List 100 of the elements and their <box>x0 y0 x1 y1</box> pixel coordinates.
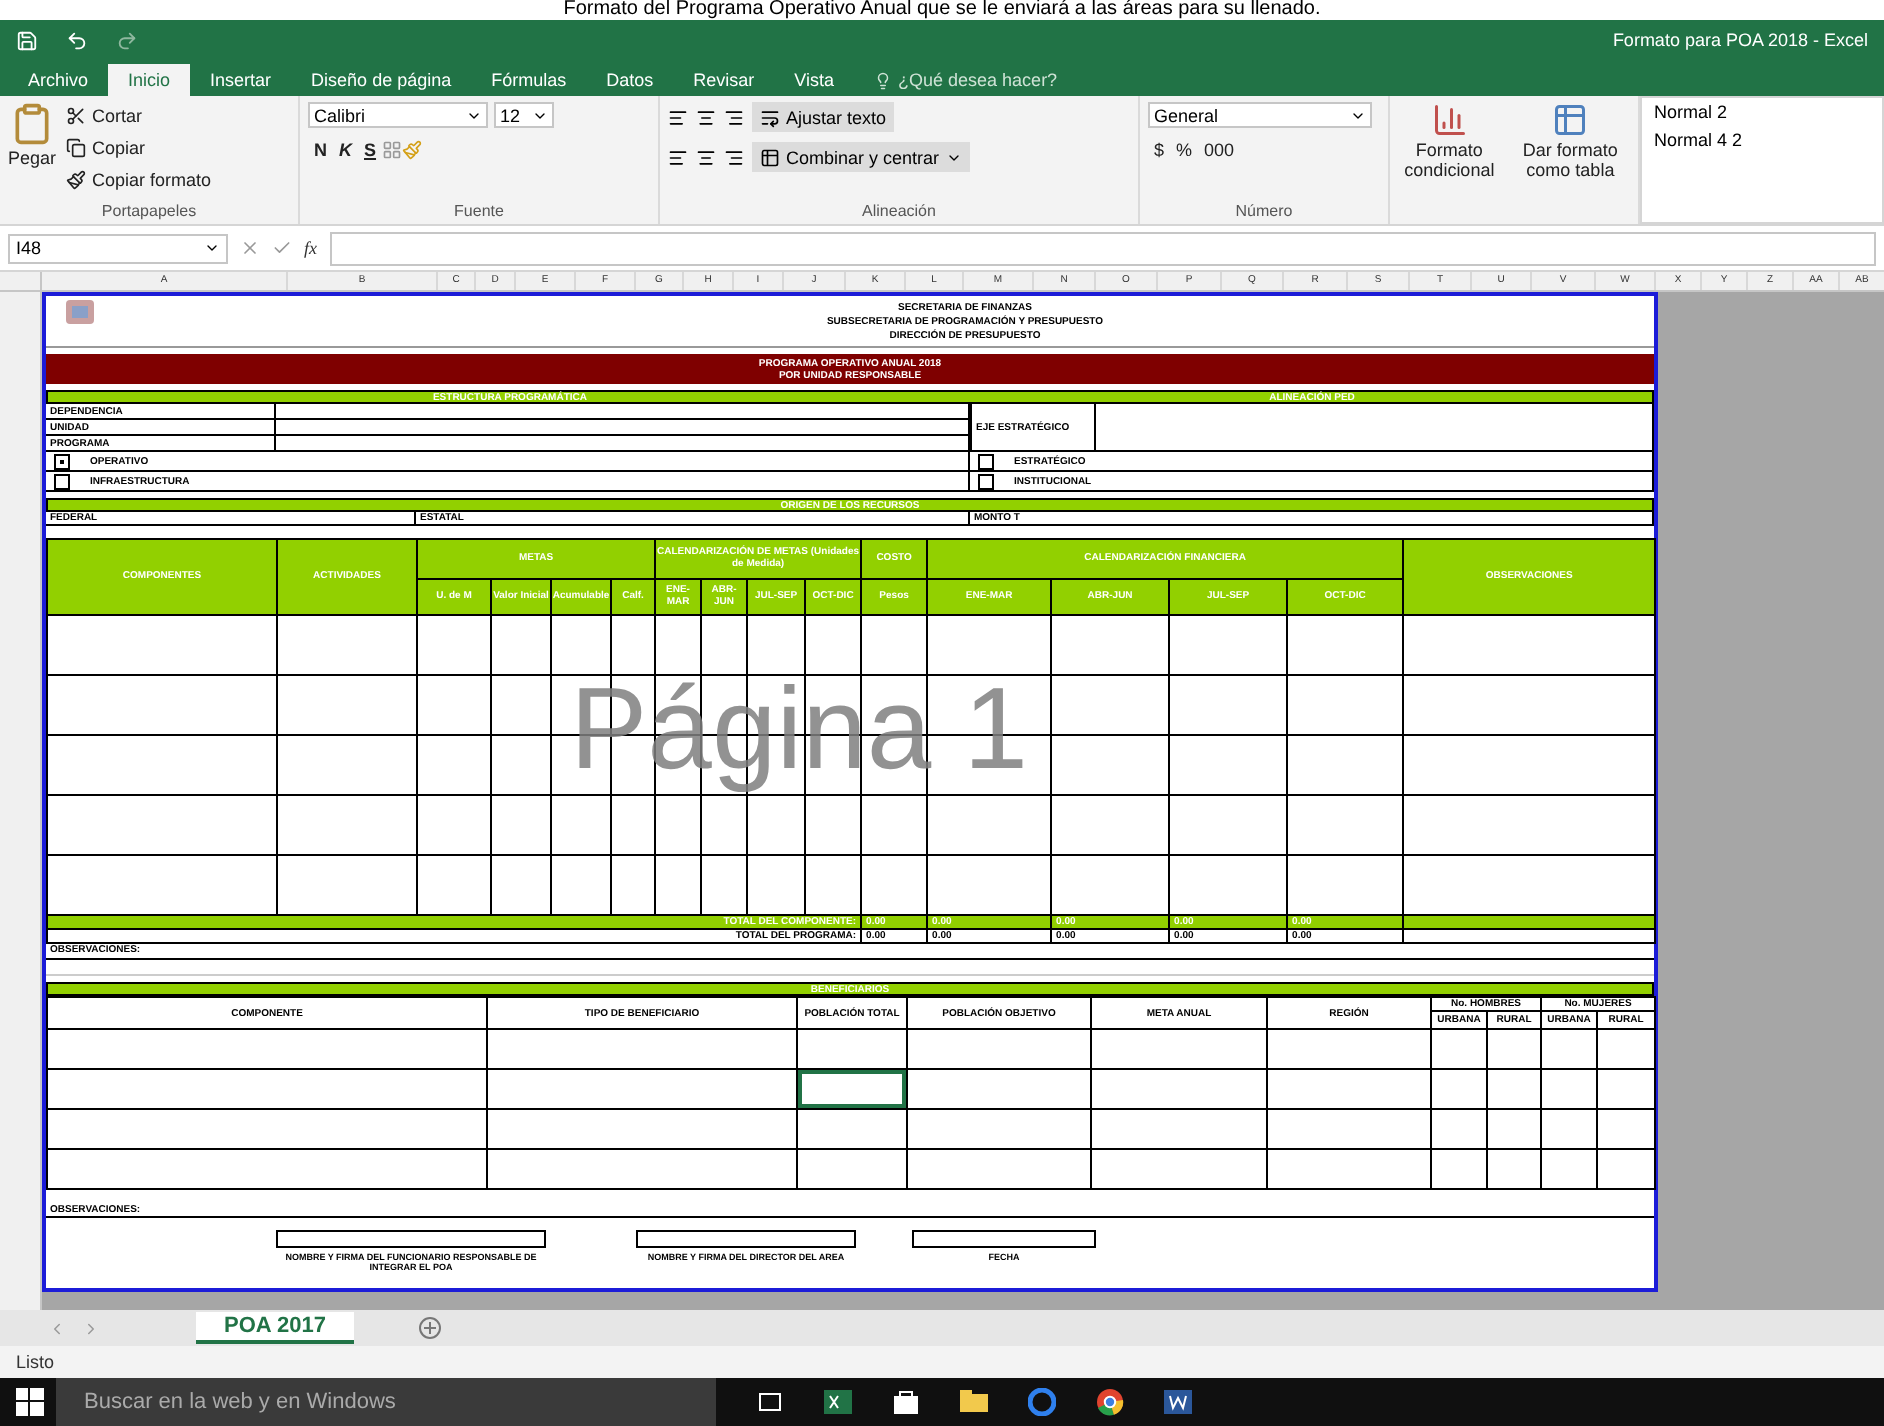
table-cell[interactable] <box>487 1069 797 1110</box>
table-cell[interactable] <box>797 1149 907 1190</box>
check-icon[interactable] <box>272 238 292 258</box>
add-sheet-icon[interactable] <box>417 1316 442 1340</box>
table-cell[interactable] <box>1431 1069 1487 1110</box>
table-cell[interactable] <box>47 1069 487 1110</box>
table-cell[interactable] <box>1091 1029 1267 1070</box>
checkbox[interactable] <box>978 453 994 470</box>
table-cell[interactable] <box>797 1069 907 1110</box>
conditional-format-button[interactable]: Formato condicional <box>1398 102 1501 224</box>
ribbon-tab[interactable]: Vista <box>774 64 855 96</box>
table-cell[interactable] <box>1091 1149 1267 1190</box>
table-cell[interactable] <box>1487 1149 1541 1190</box>
checkbox[interactable] <box>978 473 994 490</box>
table-cell[interactable] <box>1541 1069 1597 1110</box>
align-right-icon[interactable] <box>724 147 744 167</box>
table-cell[interactable] <box>1597 1149 1655 1190</box>
italic-button[interactable]: K <box>333 140 358 160</box>
table-cell[interactable] <box>907 1149 1091 1190</box>
table-cell[interactable] <box>1431 1029 1487 1070</box>
redo-icon[interactable] <box>116 29 138 51</box>
underline-button[interactable]: S <box>358 140 383 160</box>
table-cell[interactable] <box>1267 1069 1431 1110</box>
table-cell[interactable] <box>1541 1029 1597 1070</box>
table-cell[interactable] <box>1091 1069 1267 1110</box>
ribbon-tab[interactable]: Insertar <box>190 64 292 96</box>
table-cell[interactable] <box>487 1149 797 1190</box>
table-cell[interactable] <box>1597 1109 1655 1150</box>
document-app-icon[interactable] <box>1164 1388 1192 1416</box>
table-cell[interactable] <box>1431 1109 1487 1150</box>
align-right-icon[interactable] <box>724 107 744 127</box>
percent-button[interactable]: % <box>1170 140 1199 160</box>
bold-button[interactable]: N <box>308 140 333 160</box>
tell-me-field[interactable]: ¿Qué desea hacer? <box>854 64 1078 96</box>
cell-style-item[interactable]: Normal 2 <box>1654 102 1870 122</box>
ribbon-tab[interactable]: Revisar <box>673 64 775 96</box>
font-size-field[interactable]: 12 <box>494 102 554 128</box>
currency-button[interactable]: $ <box>1148 140 1171 160</box>
save-icon[interactable] <box>16 29 38 51</box>
merge-center-button[interactable]: Combinar y centrar <box>752 142 970 172</box>
table-cell[interactable] <box>1267 1149 1431 1190</box>
search-field[interactable]: Buscar en la web y en Windows <box>56 1378 716 1426</box>
task-view-icon[interactable] <box>756 1388 784 1416</box>
font-name-field[interactable]: Calibri <box>308 102 488 128</box>
wrap-text-button[interactable]: Ajustar texto <box>752 102 895 132</box>
table-cell[interactable] <box>1541 1109 1597 1150</box>
table-cell[interactable] <box>1487 1069 1541 1110</box>
format-painter-button[interactable]: Copiar formato <box>66 166 212 194</box>
copy-button[interactable]: Copiar <box>66 134 212 162</box>
align-center-icon[interactable] <box>696 107 716 127</box>
caret-icon <box>204 240 220 256</box>
shopping-bag-icon[interactable] <box>892 1388 920 1416</box>
formula-input[interactable] <box>329 231 1876 265</box>
align-left-icon[interactable] <box>668 147 688 167</box>
table-cell[interactable] <box>1431 1149 1487 1190</box>
thousands-button[interactable]: 000 <box>1198 140 1241 160</box>
table-cell[interactable] <box>907 1109 1091 1150</box>
checkbox[interactable] <box>54 473 70 490</box>
table-cell[interactable] <box>487 1109 797 1150</box>
cell-style-item[interactable]: Normal 4 2 <box>1654 130 1870 150</box>
checkbox[interactable] <box>54 453 70 470</box>
table-cell[interactable] <box>47 1029 487 1070</box>
table-cell[interactable] <box>1487 1109 1541 1150</box>
align-center-icon[interactable] <box>696 147 716 167</box>
name-box[interactable]: I48 <box>8 233 228 263</box>
format-table-button[interactable]: Dar formato como tabla <box>1510 102 1630 224</box>
table-cell[interactable] <box>797 1109 907 1150</box>
ribbon-tab[interactable]: Datos <box>586 64 674 96</box>
ribbon-tab[interactable]: Archivo <box>8 64 109 96</box>
sheet-tab[interactable]: POA 2017 <box>196 1312 354 1344</box>
paste-button[interactable]: Pegar <box>8 102 57 202</box>
folder-icon[interactable] <box>960 1388 988 1416</box>
table-cell[interactable] <box>47 1109 487 1150</box>
align-left-icon[interactable] <box>668 107 688 127</box>
table-cell[interactable] <box>1267 1109 1431 1150</box>
start-icon[interactable] <box>16 1388 44 1416</box>
ribbon-tab[interactable]: Inicio <box>108 64 191 96</box>
table-cell[interactable] <box>907 1069 1091 1110</box>
table-cell[interactable] <box>1597 1029 1655 1070</box>
ribbon-tab[interactable]: Diseño de página <box>291 64 472 96</box>
borders-icon[interactable] <box>382 140 403 160</box>
spreadsheet-app-icon[interactable] <box>824 1388 852 1416</box>
function-button[interactable]: fx <box>304 238 317 258</box>
table-cell[interactable] <box>1597 1069 1655 1110</box>
undo-icon[interactable] <box>66 29 88 51</box>
table-cell[interactable] <box>487 1029 797 1070</box>
status-text: Listo <box>0 1346 1884 1378</box>
table-cell[interactable] <box>1267 1029 1431 1070</box>
cut-button[interactable]: Cortar <box>66 102 212 130</box>
table-cell[interactable] <box>797 1029 907 1070</box>
table-cell[interactable] <box>1541 1149 1597 1190</box>
browser-icon[interactable] <box>1096 1388 1124 1416</box>
table-cell[interactable] <box>1091 1109 1267 1150</box>
fill-color-icon[interactable] <box>402 140 423 160</box>
number-format-field[interactable]: General <box>1148 102 1372 128</box>
cancel-icon[interactable] <box>240 238 260 258</box>
table-cell[interactable] <box>907 1029 1091 1070</box>
table-cell[interactable] <box>47 1149 487 1190</box>
table-cell[interactable] <box>1487 1029 1541 1070</box>
ribbon-tab[interactable]: Fórmulas <box>471 64 587 96</box>
